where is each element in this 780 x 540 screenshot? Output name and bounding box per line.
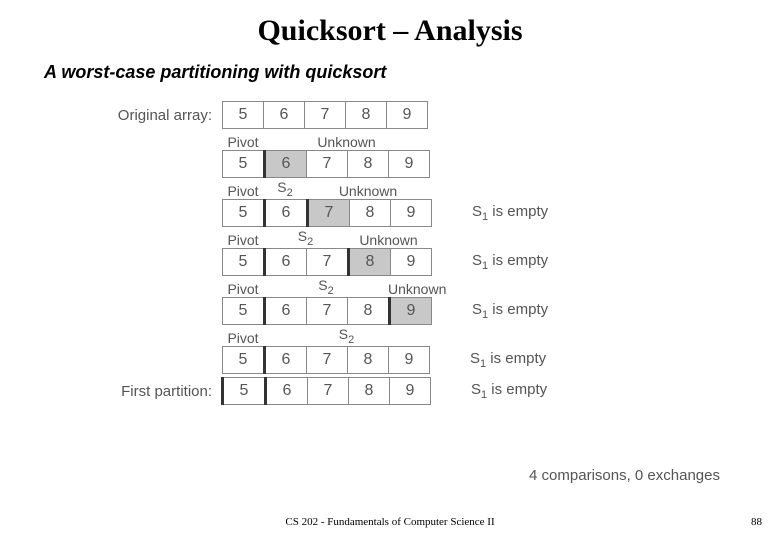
array-cell: 9 — [388, 150, 430, 178]
row-left-label: Original array: — [104, 107, 222, 124]
array-cell: 8 — [349, 199, 391, 227]
partition-diagram: Original array:56789PivotUnknown56789Piv… — [104, 101, 740, 405]
array-cell: 5 — [222, 101, 264, 129]
partition-divider — [263, 346, 266, 374]
array-cell: 7 — [306, 346, 348, 374]
array-cell: 5 — [222, 248, 264, 276]
array-cell: 8 — [347, 150, 389, 178]
array-cell: 6 — [263, 101, 305, 129]
array-cell: 8 — [349, 248, 391, 276]
array-cell: 5 — [222, 297, 264, 325]
s1-empty-note: S1 is empty — [472, 301, 548, 321]
array-cell: 9 — [389, 377, 431, 405]
array-cell: 8 — [345, 101, 387, 129]
partition-divider — [263, 150, 266, 178]
region-label: S2 — [264, 277, 388, 297]
partition-divider — [264, 377, 267, 405]
region-label: Pivot — [222, 281, 264, 297]
array-cell: 9 — [388, 346, 430, 374]
partition-divider — [388, 297, 391, 325]
array-cell: 6 — [265, 150, 307, 178]
partition-divider — [263, 297, 266, 325]
array-cell: 7 — [306, 248, 348, 276]
array-cell: 6 — [265, 346, 307, 374]
s1-empty-note: S1 is empty — [471, 381, 547, 401]
row-left-label: First partition: — [104, 383, 222, 400]
region-label: Unknown — [388, 281, 430, 297]
array-cell: 7 — [306, 297, 348, 325]
region-label: S2 — [264, 326, 429, 346]
region-label: Unknown — [347, 232, 430, 248]
region-label: Unknown — [264, 134, 429, 150]
region-label: S2 — [264, 228, 347, 248]
region-label: Pivot — [222, 134, 264, 150]
array-cell: 5 — [222, 150, 264, 178]
partition-divider — [221, 377, 224, 405]
partition-divider — [347, 248, 350, 276]
s1-empty-note: S1 is empty — [470, 350, 546, 370]
region-label: Pivot — [222, 183, 264, 199]
array-cell: 7 — [307, 377, 349, 405]
s1-empty-note: S1 is empty — [472, 252, 548, 272]
array-cell: 9 — [390, 199, 432, 227]
array-cell: 8 — [348, 377, 390, 405]
region-label: Pivot — [222, 330, 264, 346]
slide-title: Quicksort – Analysis — [40, 14, 740, 48]
array-cell: 5 — [222, 199, 264, 227]
region-label: Pivot — [222, 232, 264, 248]
array-cell: 6 — [266, 377, 308, 405]
array-cell: 6 — [265, 248, 307, 276]
partition-divider — [263, 248, 266, 276]
array-cell: 7 — [308, 199, 350, 227]
page-number: 88 — [751, 516, 762, 528]
array-cell: 8 — [347, 297, 389, 325]
summary-text: 4 comparisons, 0 exchanges — [529, 467, 720, 484]
array-cell: 5 — [223, 377, 265, 405]
array-cell: 9 — [390, 248, 432, 276]
array-cell: 9 — [390, 297, 432, 325]
array-cell: 9 — [386, 101, 428, 129]
array-cell: 6 — [265, 297, 307, 325]
array-cell: 8 — [347, 346, 389, 374]
s1-empty-note: S1 is empty — [472, 203, 548, 223]
region-label: S2 — [264, 179, 306, 199]
array-cell: 7 — [306, 150, 348, 178]
partition-divider — [263, 199, 266, 227]
array-cell: 5 — [222, 346, 264, 374]
array-cell: 7 — [304, 101, 346, 129]
slide-subtitle: A worst-case partitioning with quicksort — [44, 62, 740, 83]
array-cell: 6 — [265, 199, 307, 227]
partition-divider — [306, 199, 309, 227]
region-label: Unknown — [306, 183, 430, 199]
footer-text: CS 202 - Fundamentals of Computer Scienc… — [0, 516, 780, 528]
